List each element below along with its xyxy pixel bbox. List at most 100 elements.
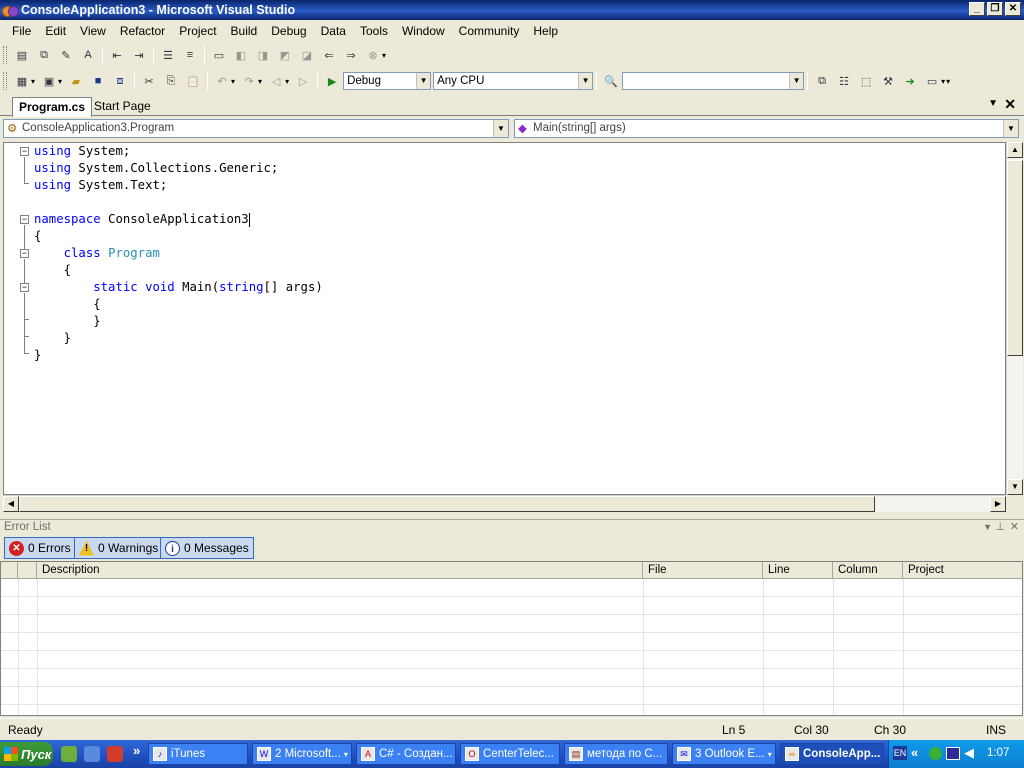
column-header-line[interactable]: Line — [763, 562, 833, 579]
menu-debug[interactable]: Debug — [264, 24, 313, 38]
start-button[interactable]: Пуск — [0, 742, 53, 766]
active-files-dropdown-icon[interactable]: ▼ — [988, 98, 998, 109]
code-line[interactable]: class Program — [34, 245, 160, 262]
types-dropdown[interactable]: ⚙ ConsoleApplication3.Program ▼ — [3, 119, 509, 138]
previous-bookmark-icon[interactable]: ◧ — [233, 47, 249, 63]
members-dropdown[interactable]: ◆ Main(string[] args) ▼ — [514, 119, 1019, 138]
find-combo[interactable]: ▼ — [622, 72, 805, 90]
outline-collapse-icon[interactable]: − — [20, 283, 29, 292]
menu-project[interactable]: Project — [172, 24, 223, 38]
scroll-right-icon[interactable]: ▶ — [990, 496, 1006, 512]
taskbar-item-archive[interactable]: ▤ метода по С... — [564, 743, 668, 765]
column-header-number[interactable] — [18, 562, 37, 579]
next-bookmark-doc-icon[interactable]: ⇒ — [343, 47, 359, 63]
new-project-icon[interactable]: ▦ — [14, 73, 30, 89]
next-bookmark-folder-icon[interactable]: ◪ — [299, 47, 315, 63]
clear-bookmarks-icon[interactable]: ⊗ — [365, 47, 381, 63]
column-header-column[interactable]: Column — [833, 562, 903, 579]
add-item-icon[interactable]: ▣ — [41, 73, 57, 89]
toolbar-options-icon[interactable]: ▾ — [382, 51, 386, 60]
editor-vertical-scrollbar[interactable]: ▲ ▼ — [1006, 142, 1023, 495]
close-button[interactable]: ✕ — [1005, 2, 1021, 16]
editor-horizontal-scrollbar[interactable]: ◀ ▶ — [3, 495, 1006, 512]
tab-program-cs[interactable]: Program.cs — [12, 97, 93, 117]
menu-tools[interactable]: Tools — [353, 24, 395, 38]
taskbar-item-visual-studio[interactable]: ∞ ConsoleApp... — [780, 743, 884, 765]
menu-build[interactable]: Build — [224, 24, 265, 38]
toolbox-icon[interactable]: ⚒ — [880, 73, 896, 89]
start-page-icon[interactable]: ➜ — [902, 73, 918, 89]
toolbar-grip[interactable] — [3, 72, 7, 90]
code-line[interactable]: using System.Text; — [34, 177, 167, 194]
toggle-bookmark-icon[interactable]: ▭ — [211, 47, 227, 63]
copy-icon[interactable]: ⎘ — [163, 73, 179, 89]
toolbar-grip[interactable] — [3, 46, 7, 64]
undo-icon[interactable]: ↶ — [214, 73, 230, 89]
menu-window[interactable]: Window — [395, 24, 452, 38]
column-header-project[interactable]: Project — [903, 562, 1022, 579]
outline-collapse-icon[interactable]: − — [20, 215, 29, 224]
properties-window-icon[interactable]: ☷ — [836, 73, 852, 89]
comment-out-icon[interactable]: ☰ — [160, 47, 176, 63]
code-line[interactable]: } — [34, 313, 100, 330]
media-player-icon[interactable] — [946, 747, 960, 760]
editor-gutter[interactable] — [4, 143, 20, 494]
menu-refactor[interactable]: Refactor — [113, 24, 172, 38]
code-editor[interactable]: − − − − using System; using System.Collec… — [3, 142, 1006, 495]
more-quicklaunch-icon[interactable]: » — [133, 743, 140, 758]
cut-icon[interactable]: ✂ — [141, 73, 157, 89]
network-icon[interactable] — [929, 747, 942, 760]
paste-icon[interactable]: 📋 — [185, 73, 201, 89]
window-position-icon[interactable]: ▼ — [983, 520, 992, 535]
code-line[interactable]: { — [34, 296, 100, 313]
taskbar-item-outlook[interactable]: ✉ 3 Outlook E... ▾ — [672, 743, 776, 765]
menu-community[interactable]: Community — [452, 24, 527, 38]
taskbar-item-word[interactable]: W2 Microsoft... ▾ — [252, 743, 352, 765]
solution-configuration-select[interactable]: Debug ▼ — [343, 72, 432, 90]
code-line[interactable]: { — [34, 228, 41, 245]
prev-bookmark-folder-icon[interactable]: ◩ — [277, 47, 293, 63]
column-header-description[interactable]: Description — [37, 562, 643, 579]
auto-hide-pin-icon[interactable]: ⊥ — [995, 520, 1005, 535]
menu-help[interactable]: Help — [526, 24, 565, 38]
menu-file[interactable]: File — [5, 24, 38, 38]
errors-filter-button[interactable]: ✕ 0 Errors — [4, 537, 76, 559]
restore-button[interactable]: ❐ — [987, 2, 1003, 16]
quicklaunch-icon[interactable] — [61, 746, 77, 762]
scroll-down-icon[interactable]: ▼ — [1007, 479, 1023, 495]
code-line[interactable]: } — [34, 347, 41, 364]
object-browser-icon[interactable]: ⬚ — [858, 73, 874, 89]
language-indicator[interactable]: EN — [893, 746, 907, 760]
tab-start-page[interactable]: Start Page — [88, 97, 157, 116]
tray-expand-icon[interactable]: « — [911, 745, 918, 760]
object-browser-icon[interactable]: ▤ — [14, 47, 30, 63]
command-window-icon[interactable]: ▭ — [924, 73, 940, 89]
scroll-up-icon[interactable]: ▲ — [1007, 142, 1023, 158]
code-line[interactable]: using System; — [34, 143, 130, 160]
save-icon[interactable]: ■ — [90, 73, 106, 89]
scroll-left-icon[interactable]: ◀ — [3, 496, 19, 512]
navigate-forward-icon[interactable]: ▷ — [295, 73, 311, 89]
save-all-icon[interactable]: ⧈ — [112, 73, 128, 89]
menu-edit[interactable]: Edit — [38, 24, 73, 38]
minimize-button[interactable]: _ — [969, 2, 985, 16]
volume-icon[interactable]: ◀ — [964, 745, 974, 761]
title-bar[interactable]: ConsoleApplication3 - Microsoft Visual S… — [0, 0, 1024, 20]
start-debugging-icon[interactable]: ▶ — [324, 73, 340, 89]
error-list-header[interactable]: Error List ▼ ⊥ ✕ — [0, 519, 1024, 535]
properties-icon[interactable]: ✎ — [58, 47, 74, 63]
decrease-indent-icon[interactable]: ⇤ — [109, 47, 125, 63]
warnings-filter-button[interactable]: ! 0 Warnings — [74, 537, 164, 559]
outline-collapse-icon[interactable]: − — [20, 147, 29, 156]
toolbar-options-icon[interactable]: ▾ — [946, 77, 950, 86]
close-document-icon[interactable]: ✕ — [1004, 96, 1016, 113]
opera-quicklaunch-icon[interactable] — [107, 746, 123, 762]
navigate-backward-icon[interactable]: ◁ — [268, 73, 284, 89]
outline-collapse-icon[interactable]: − — [20, 249, 29, 258]
uncomment-icon[interactable]: ≡ — [182, 47, 198, 63]
column-header-severity[interactable] — [1, 562, 18, 579]
messages-filter-button[interactable]: i 0 Messages — [160, 537, 254, 559]
taskbar-item-pdf[interactable]: A C# - Создан... — [356, 743, 456, 765]
next-bookmark-icon[interactable]: ◨ — [255, 47, 271, 63]
class-view-icon[interactable]: ⧉ — [36, 47, 52, 63]
